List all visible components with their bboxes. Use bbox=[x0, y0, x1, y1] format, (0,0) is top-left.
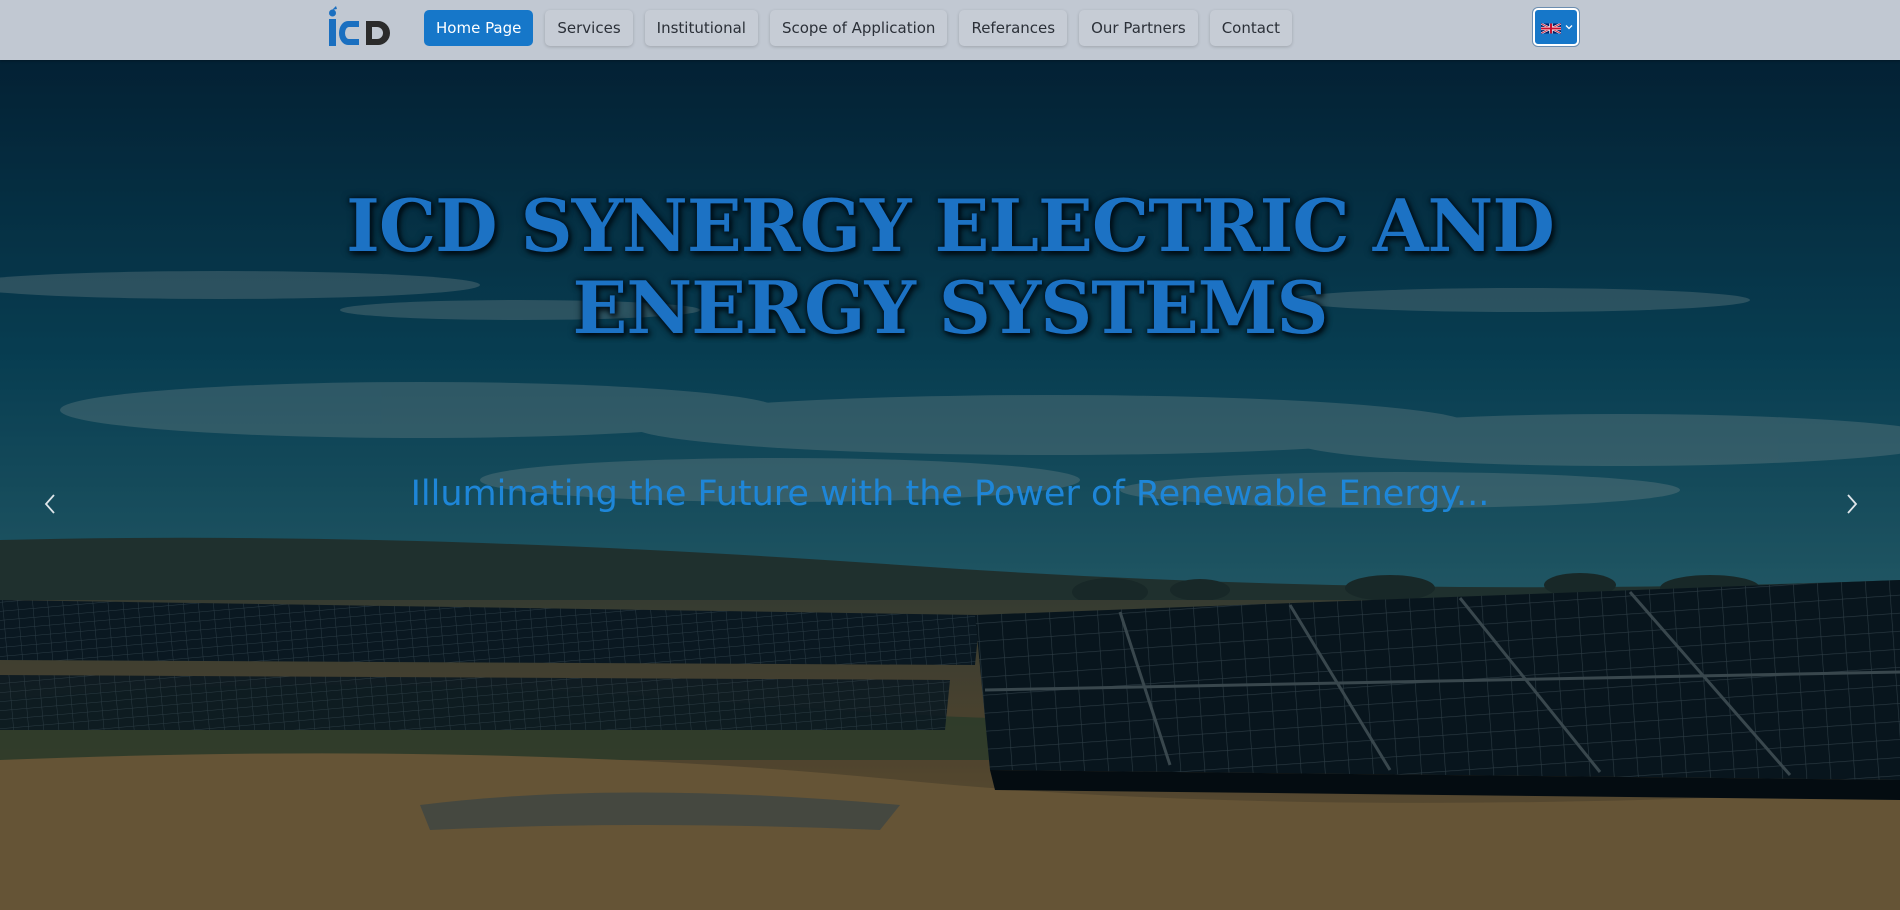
language-selector[interactable] bbox=[1533, 8, 1579, 46]
nav-referances[interactable]: Referances bbox=[959, 10, 1068, 46]
top-navbar: Home Page Services Institutional Scope o… bbox=[0, 0, 1900, 60]
hero-title: ICD SYNERGY ELECTRIC AND ENERGY SYSTEMS bbox=[346, 183, 1555, 350]
nav-our-partners[interactable]: Our Partners bbox=[1079, 10, 1198, 46]
nav-services[interactable]: Services bbox=[545, 10, 633, 46]
chevron-left-icon[interactable] bbox=[38, 484, 62, 524]
chevron-down-icon bbox=[1565, 25, 1573, 30]
hero-subtitle: Illuminating the Future with the Power o… bbox=[410, 474, 1490, 514]
nav-contact[interactable]: Contact bbox=[1209, 10, 1293, 46]
uk-flag-icon bbox=[1541, 23, 1561, 34]
chevron-right-icon[interactable] bbox=[1840, 484, 1864, 524]
hero-carousel: ICD SYNERGY ELECTRIC AND ENERGY SYSTEMS … bbox=[0, 60, 1900, 910]
nav-scope-of-application[interactable]: Scope of Application bbox=[769, 10, 948, 46]
main-nav: Home Page Services Institutional Scope o… bbox=[424, 10, 1304, 46]
nav-home-page[interactable]: Home Page bbox=[424, 10, 534, 46]
nav-institutional[interactable]: Institutional bbox=[644, 10, 758, 46]
icd-logo[interactable] bbox=[326, 6, 394, 48]
